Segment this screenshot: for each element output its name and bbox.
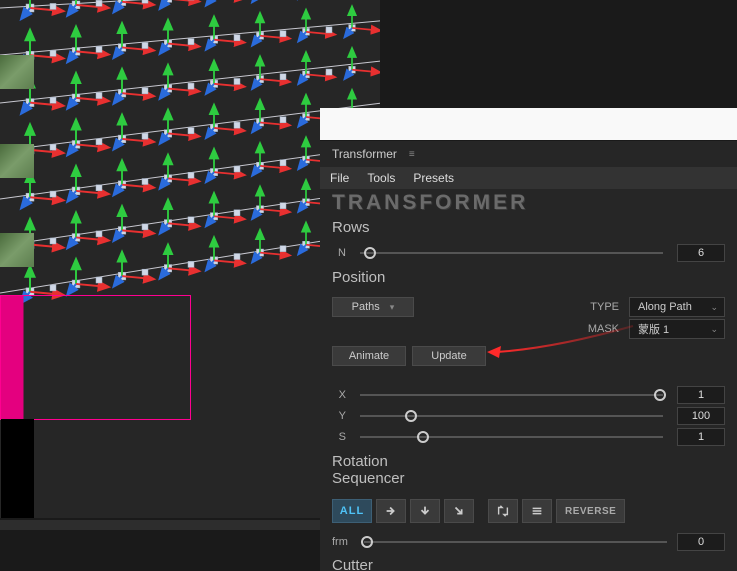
- menu-bar: File Tools Presets: [320, 167, 737, 189]
- mask-dropdown[interactable]: 蒙版 1 ⌄: [629, 319, 725, 339]
- reverse-button[interactable]: REVERSE: [556, 499, 625, 523]
- chevron-down-icon: ⌄: [710, 324, 718, 335]
- transformer-panel: Transformer ≡ File Tools Presets TRANSFO…: [320, 140, 737, 571]
- menu-file[interactable]: File: [330, 171, 349, 185]
- chevron-down-icon: ▾: [390, 302, 395, 313]
- rot-diag-button[interactable]: [444, 499, 474, 523]
- frm-input[interactable]: [677, 533, 725, 551]
- frm-label: frm: [332, 536, 354, 548]
- animate-button[interactable]: Animate: [332, 346, 406, 366]
- y-input[interactable]: [677, 407, 725, 425]
- rotation-heading-1: Rotation: [332, 453, 725, 470]
- y-slider[interactable]: [354, 408, 669, 424]
- mask-label: MASK: [579, 323, 619, 335]
- s-input[interactable]: [677, 428, 725, 446]
- lines-icon: [530, 504, 544, 518]
- rot-right-button[interactable]: [376, 499, 406, 523]
- x-slider[interactable]: [354, 387, 669, 403]
- x-label: X: [332, 389, 346, 401]
- rotation-heading-2: Sequencer: [332, 470, 725, 487]
- panel-tab[interactable]: Transformer ≡: [320, 141, 737, 167]
- type-dropdown[interactable]: Along Path ⌄: [629, 297, 725, 317]
- rot-lines-button[interactable]: [522, 499, 552, 523]
- menu-presets[interactable]: Presets: [413, 171, 454, 185]
- thumbnail: [0, 144, 34, 178]
- timeline-strip[interactable]: [0, 520, 330, 530]
- x-input[interactable]: [677, 386, 725, 404]
- arrow-down-icon: [418, 504, 432, 518]
- panel-menu-icon[interactable]: ≡: [409, 149, 416, 160]
- white-divider: [320, 108, 737, 140]
- type-label: TYPE: [579, 301, 619, 313]
- frm-slider[interactable]: [358, 534, 673, 550]
- rows-n-input[interactable]: [677, 244, 725, 262]
- thumbnail: [0, 233, 34, 267]
- paths-button[interactable]: Paths ▾: [332, 297, 414, 317]
- rows-n-slider[interactable]: [354, 245, 669, 261]
- cutter-heading: Cutter: [332, 557, 725, 571]
- update-button[interactable]: Update: [412, 346, 486, 366]
- chevron-down-icon: ⌄: [710, 302, 718, 313]
- rot-down-button[interactable]: [410, 499, 440, 523]
- rot-flip-button[interactable]: [488, 499, 518, 523]
- y-label: Y: [332, 410, 346, 422]
- thumbnail: [0, 55, 34, 89]
- rows-heading: Rows: [332, 219, 725, 236]
- flip-icon: [496, 504, 510, 518]
- menu-tools[interactable]: Tools: [367, 171, 395, 185]
- position-heading: Position: [332, 269, 725, 286]
- rows-n-label: N: [332, 247, 346, 259]
- logo-text: TRANSFORMER: [320, 189, 737, 215]
- arrow-diag-icon: [452, 504, 466, 518]
- s-label: S: [332, 431, 346, 443]
- panel-title: Transformer: [332, 147, 397, 161]
- arrow-right-icon: [384, 504, 398, 518]
- rot-all-button[interactable]: ALL: [332, 499, 372, 523]
- s-slider[interactable]: [354, 429, 669, 445]
